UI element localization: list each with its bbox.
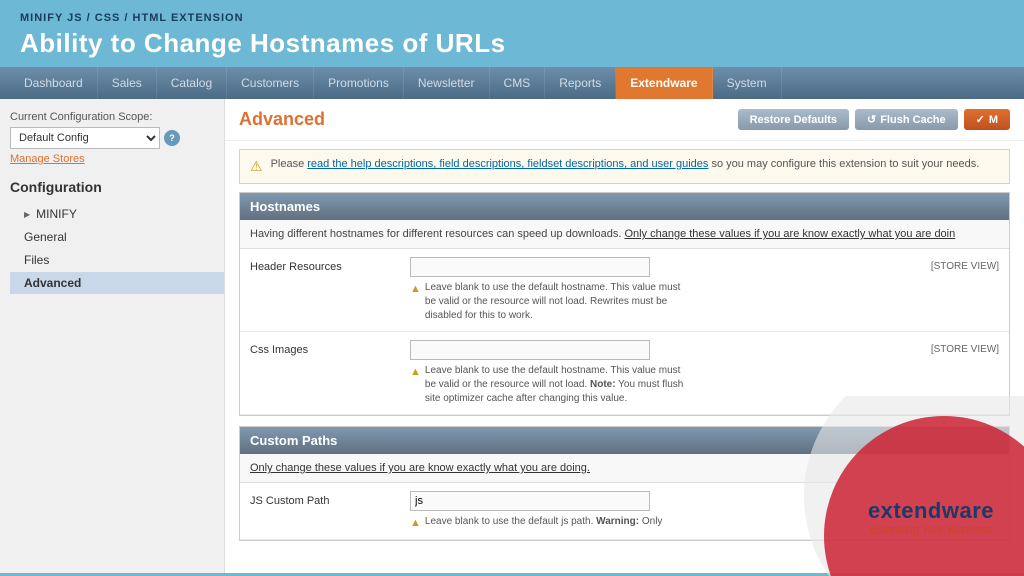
nav-item-reports[interactable]: Reports	[545, 67, 616, 99]
hostnames-section: Hostnames Having different hostnames for…	[239, 192, 1010, 416]
nav-item-extendware[interactable]: Extendware	[616, 67, 712, 99]
banner-subtitle: MINIFY JS / CSS / HTML EXTENSION	[20, 12, 1004, 24]
navbar: Dashboard Sales Catalog Customers Promot…	[0, 67, 1024, 99]
sidebar-item-files[interactable]: Files	[10, 249, 224, 271]
extendware-name: extendware	[868, 498, 994, 524]
hostnames-section-desc: Having different hostnames for different…	[240, 220, 1009, 249]
info-text: Please read the help descriptions, field…	[271, 158, 980, 170]
info-icon: ⚠	[250, 158, 263, 175]
sidebar: Current Configuration Scope: Default Con…	[0, 99, 225, 573]
css-images-store-view: [STORE VIEW]	[931, 340, 999, 355]
scope-label: Current Configuration Scope:	[10, 111, 224, 123]
css-images-hint: ▲ Leave blank to use the default hostnam…	[410, 364, 690, 406]
header-resources-row: Header Resources ▲ Leave blank to use th…	[240, 249, 1009, 332]
nav-item-dashboard[interactable]: Dashboard	[10, 67, 98, 99]
nav-item-system[interactable]: System	[713, 67, 782, 99]
css-images-input[interactable]	[410, 340, 650, 360]
hint-icon: ▲	[410, 282, 421, 323]
js-custom-path-input[interactable]	[410, 491, 650, 511]
header-resources-input-wrap: ▲ Leave blank to use the default hostnam…	[410, 257, 921, 323]
scope-select[interactable]: Default Config	[10, 127, 160, 149]
nav-item-promotions[interactable]: Promotions	[314, 67, 404, 99]
refresh-icon: ↺	[867, 113, 876, 126]
manage-stores-link[interactable]: Manage Stores	[10, 153, 224, 165]
css-images-label: Css Images	[250, 340, 410, 356]
nav-item-catalog[interactable]: Catalog	[157, 67, 227, 99]
info-banner: ⚠ Please read the help descriptions, fie…	[239, 149, 1010, 184]
header-resources-store-view: [STORE VIEW]	[931, 257, 999, 272]
nav-item-newsletter[interactable]: Newsletter	[404, 67, 490, 99]
js-custom-path-label: JS Custom Path	[250, 491, 410, 507]
sidebar-item-general[interactable]: General	[10, 226, 224, 248]
css-images-input-wrap: ▲ Leave blank to use the default hostnam…	[410, 340, 921, 406]
header-resources-input[interactable]	[410, 257, 650, 277]
restore-defaults-button[interactable]: Restore Defaults	[738, 109, 849, 130]
check-icon: ✓	[976, 113, 985, 126]
banner-title: Ability to Change Hostnames of URLs	[20, 28, 1004, 59]
header-buttons: Restore Defaults ↺ Flush Cache ✓ M	[738, 109, 1010, 130]
js-custom-path-hint: ▲ Leave blank to use the default js path…	[410, 515, 690, 531]
hostnames-section-header: Hostnames	[240, 193, 1009, 220]
scope-select-wrap: Default Config ?	[10, 127, 224, 149]
header-resources-label: Header Resources	[250, 257, 410, 273]
top-banner: MINIFY JS / CSS / HTML EXTENSION Ability…	[0, 0, 1024, 67]
nav-item-sales[interactable]: Sales	[98, 67, 157, 99]
sidebar-section-title: Configuration	[10, 179, 224, 195]
sidebar-item-minify[interactable]: MINIFY	[10, 203, 224, 225]
css-images-row: Css Images ▲ Leave blank to use the defa…	[240, 332, 1009, 415]
sidebar-item-advanced[interactable]: Advanced	[10, 272, 224, 294]
nav-item-cms[interactable]: CMS	[490, 67, 546, 99]
flush-cache-button[interactable]: ↺ Flush Cache	[855, 109, 958, 130]
extendware-tagline: Extending Your Business	[868, 524, 994, 536]
custom-paths-desc: Only change these values if you are know…	[240, 454, 1009, 483]
hostnames-warning-link[interactable]: Only change these values if you are know…	[624, 228, 955, 240]
nav-item-customers[interactable]: Customers	[227, 67, 314, 99]
header-resources-hint: ▲ Leave blank to use the default hostnam…	[410, 281, 690, 323]
hint-icon-3: ▲	[410, 516, 421, 531]
hint-icon-2: ▲	[410, 365, 421, 406]
save-button[interactable]: ✓ M	[964, 109, 1010, 130]
content-header: Advanced Restore Defaults ↺ Flush Cache …	[225, 99, 1024, 141]
help-link[interactable]: read the help descriptions, field descri…	[307, 158, 708, 170]
custom-paths-warning-link[interactable]: Only change these values if you are know…	[250, 462, 590, 474]
content-title: Advanced	[239, 109, 325, 130]
scope-info-icon[interactable]: ?	[164, 130, 180, 146]
custom-paths-section-header: Custom Paths	[240, 427, 1009, 454]
extendware-logo: extendware Extending Your Business	[868, 498, 994, 536]
